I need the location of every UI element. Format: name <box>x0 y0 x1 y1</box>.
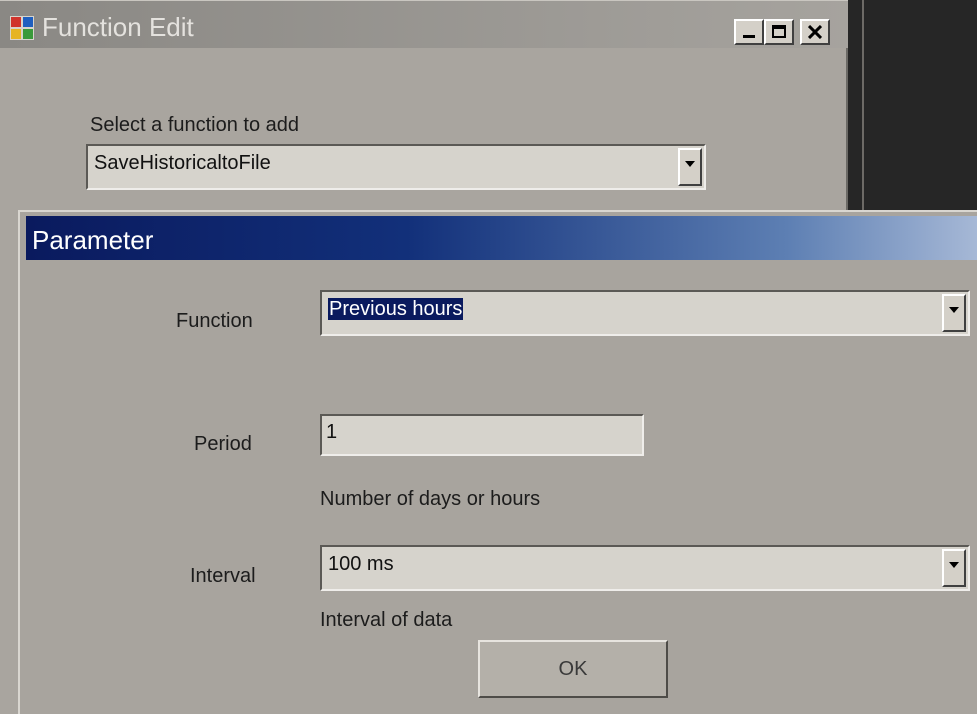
interval-select[interactable]: 100 ms <box>320 545 970 591</box>
interval-select-value: 100 ms <box>328 553 394 575</box>
parameter-title: Parameter <box>32 225 154 255</box>
period-label: Period <box>194 433 252 455</box>
interval-hint: Interval of data <box>320 609 453 631</box>
function-label: Function <box>176 310 253 332</box>
close-icon <box>808 25 822 39</box>
select-function-label: Select a function to add <box>90 114 300 136</box>
period-hint: Number of days or hours <box>320 488 541 510</box>
maximize-button[interactable] <box>764 19 794 45</box>
function-select-value: SaveHistoricaltoFile <box>94 152 271 174</box>
function-edit-title: Function Edit <box>42 12 194 42</box>
ok-button[interactable]: OK <box>478 640 668 698</box>
function-select[interactable]: SaveHistoricaltoFile <box>86 144 706 190</box>
function-edit-titlebar[interactable]: Function Edit <box>0 0 848 48</box>
function-type-value-wrap: Previous hours <box>328 298 464 321</box>
chevron-down-icon[interactable] <box>942 549 966 587</box>
period-input[interactable]: 1 <box>320 414 644 456</box>
parameter-titlebar[interactable]: Parameter <box>26 216 977 260</box>
close-button[interactable] <box>800 19 830 45</box>
screen: Function Edit Select a function to add S… <box>0 0 977 714</box>
function-type-value: Previous hours <box>328 298 464 320</box>
minimize-icon <box>743 35 755 38</box>
chevron-down-icon[interactable] <box>942 294 966 332</box>
interval-label: Interval <box>190 565 256 587</box>
maximize-icon <box>772 25 786 38</box>
app-window-icon <box>10 16 34 40</box>
minimize-button[interactable] <box>734 19 764 45</box>
parameter-dialog: Parameter Function Previous hours Period… <box>18 210 977 714</box>
period-input-value: 1 <box>326 421 338 443</box>
function-type-select[interactable]: Previous hours <box>320 290 970 336</box>
chevron-down-icon[interactable] <box>678 148 702 186</box>
